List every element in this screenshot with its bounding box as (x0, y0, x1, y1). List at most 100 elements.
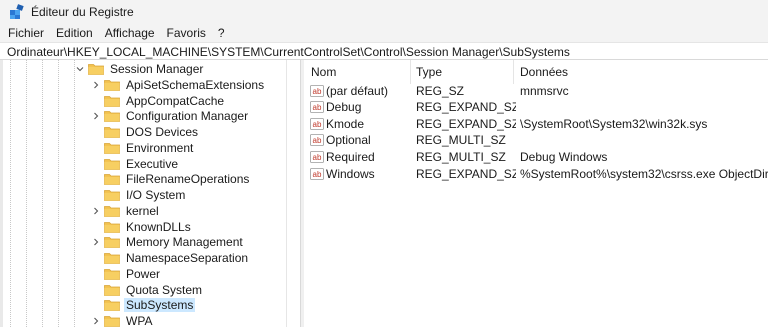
svg-text:ab: ab (313, 103, 322, 112)
no-expander (90, 297, 102, 313)
folder-icon (104, 221, 120, 233)
value-name-cell: ab Windows (310, 165, 410, 182)
value-name: Required (326, 149, 375, 164)
no-expander (90, 140, 102, 156)
value-data-cell (520, 132, 768, 149)
value-name-cell: ab (par défaut) (310, 82, 410, 99)
chevron-right-icon[interactable] (90, 203, 102, 219)
table-row[interactable]: ab Windows REG_EXPAND_SZ %SystemRoot%\syste… (304, 165, 768, 182)
value-name: Windows (326, 166, 375, 181)
tree-node[interactable]: KnownDLLs (90, 219, 193, 235)
tree-node[interactable]: Executive (90, 156, 180, 172)
no-expander (90, 219, 102, 235)
tree-node-label: Quota System (126, 282, 203, 297)
tree-node-label: SubSystems (124, 298, 196, 313)
folder-icon (104, 79, 120, 91)
column-header-type[interactable]: Type (416, 60, 516, 84)
table-row[interactable]: ab Optional REG_MULTI_SZ (304, 132, 768, 149)
menu-edit[interactable]: Edition (50, 26, 99, 40)
table-row[interactable]: ab Required REG_MULTI_SZ Debug Windows (304, 148, 768, 165)
value-name: Optional (326, 133, 371, 148)
tree-node-label: WPA (126, 314, 153, 327)
tree-node-label: DOS Devices (126, 125, 199, 139)
string-value-icon: ab (310, 84, 324, 97)
value-name: (par défaut) (326, 83, 389, 98)
folder-icon (104, 268, 120, 280)
svg-text:ab: ab (313, 120, 322, 129)
value-name-cell: ab Debug (310, 99, 410, 116)
chevron-right-icon[interactable] (90, 108, 102, 124)
tree-node[interactable]: Quota System (90, 282, 204, 298)
table-row[interactable]: ab Kmode REG_EXPAND_SZ \SystemRoot\System32… (304, 115, 768, 132)
tree-node[interactable]: I/O System (90, 187, 187, 203)
tree-node[interactable]: AppCompatCache (90, 93, 226, 109)
value-name-cell: ab Kmode (310, 115, 410, 132)
folder-icon (104, 126, 120, 138)
tree-node[interactable]: DOS Devices (90, 124, 200, 140)
chevron-down-icon[interactable] (74, 61, 86, 77)
no-expander (90, 187, 102, 203)
no-expander (90, 171, 102, 187)
chevron-right-icon[interactable] (90, 313, 102, 327)
tree-guide-lines (10, 60, 90, 327)
menu-favorites[interactable]: Favoris (161, 26, 212, 40)
tree-node[interactable]: Environment (90, 140, 195, 156)
menu-bar: Fichier Edition Affichage Favoris ? (0, 24, 768, 42)
column-header-name[interactable]: Nom (311, 60, 411, 84)
tree-node[interactable]: SubSystems (90, 297, 196, 313)
tree-node-label: NamespaceSeparation (126, 251, 249, 265)
tree-node-label: Session Manager (110, 62, 204, 76)
folder-icon (104, 299, 120, 312)
menu-help[interactable]: ? (212, 26, 231, 40)
tree-node[interactable]: WPA (90, 313, 154, 327)
value-type-cell: REG_EXPAND_SZ (416, 166, 516, 181)
value-type-cell: REG_EXPAND_SZ (416, 116, 516, 131)
chevron-right-icon[interactable] (90, 77, 102, 93)
tree-node[interactable]: ApiSetSchemaExtensions (90, 77, 266, 93)
value-data-cell (520, 99, 768, 116)
key-tree-pane[interactable]: Session Manager ApiSetSchemaExtensions App… (0, 60, 300, 327)
value-type-cell: REG_SZ (416, 83, 465, 98)
folder-icon (88, 63, 104, 75)
menu-file[interactable]: Fichier (0, 26, 50, 40)
registry-editor-icon (10, 4, 24, 19)
tree-node[interactable]: Memory Management (90, 234, 245, 250)
table-row[interactable]: ab Debug REG_EXPAND_SZ (304, 99, 768, 116)
folder-icon (104, 252, 120, 264)
svg-text:ab: ab (313, 170, 322, 179)
tree-scrollbar[interactable] (286, 60, 299, 327)
tree-node-label: Environment (126, 140, 194, 155)
tree-node[interactable]: NamespaceSeparation (90, 250, 250, 266)
value-data-cell: mnmsrvc (520, 83, 569, 98)
tree-node-label: Configuration Manager (126, 109, 249, 124)
value-type-cell: REG_MULTI_SZ (416, 133, 506, 148)
chevron-right-icon[interactable] (90, 234, 102, 250)
folder-icon (104, 173, 120, 186)
value-name: Kmode (326, 116, 365, 131)
title-bar: Éditeur du Registre (0, 0, 768, 24)
address-path[interactable]: Ordinateur\HKEY_LOCAL_MACHINE\SYSTEM\Cur… (7, 45, 570, 59)
tree-node[interactable]: Power (90, 266, 162, 282)
window-title: Éditeur du Registre (31, 5, 134, 19)
tree-node[interactable]: Configuration Manager (90, 108, 250, 124)
tree-node-label: kernel (126, 203, 159, 218)
table-row[interactable]: ab (par défaut) REG_SZ mnmsrvc (304, 82, 768, 99)
tree-node-session-manager[interactable]: Session Manager (74, 61, 205, 77)
column-header-data[interactable]: Données (520, 60, 720, 84)
tree-node[interactable]: FileRenameOperations (90, 171, 251, 187)
menu-view[interactable]: Affichage (99, 26, 161, 40)
no-expander (90, 282, 102, 298)
address-bar[interactable]: Ordinateur\HKEY_LOCAL_MACHINE\SYSTEM\Cur… (0, 42, 768, 60)
folder-icon (104, 110, 120, 123)
folder-icon (104, 95, 120, 107)
svg-text:ab: ab (313, 153, 322, 162)
values-list-pane[interactable]: Nom Type Données ab (par défaut) REG_SZ mnm… (304, 60, 768, 327)
folder-icon (104, 158, 120, 170)
svg-text:ab: ab (313, 87, 322, 96)
value-data-cell: %SystemRoot%\system32\csrss.exe ObjectDi… (520, 166, 768, 181)
string-value-icon: ab (310, 117, 324, 130)
tree-node-label: FileRenameOperations (126, 172, 250, 187)
value-type-cell: REG_MULTI_SZ (416, 149, 506, 164)
value-data-cell: \SystemRoot\System32\win32k.sys (520, 116, 708, 131)
tree-node[interactable]: kernel (90, 203, 161, 219)
